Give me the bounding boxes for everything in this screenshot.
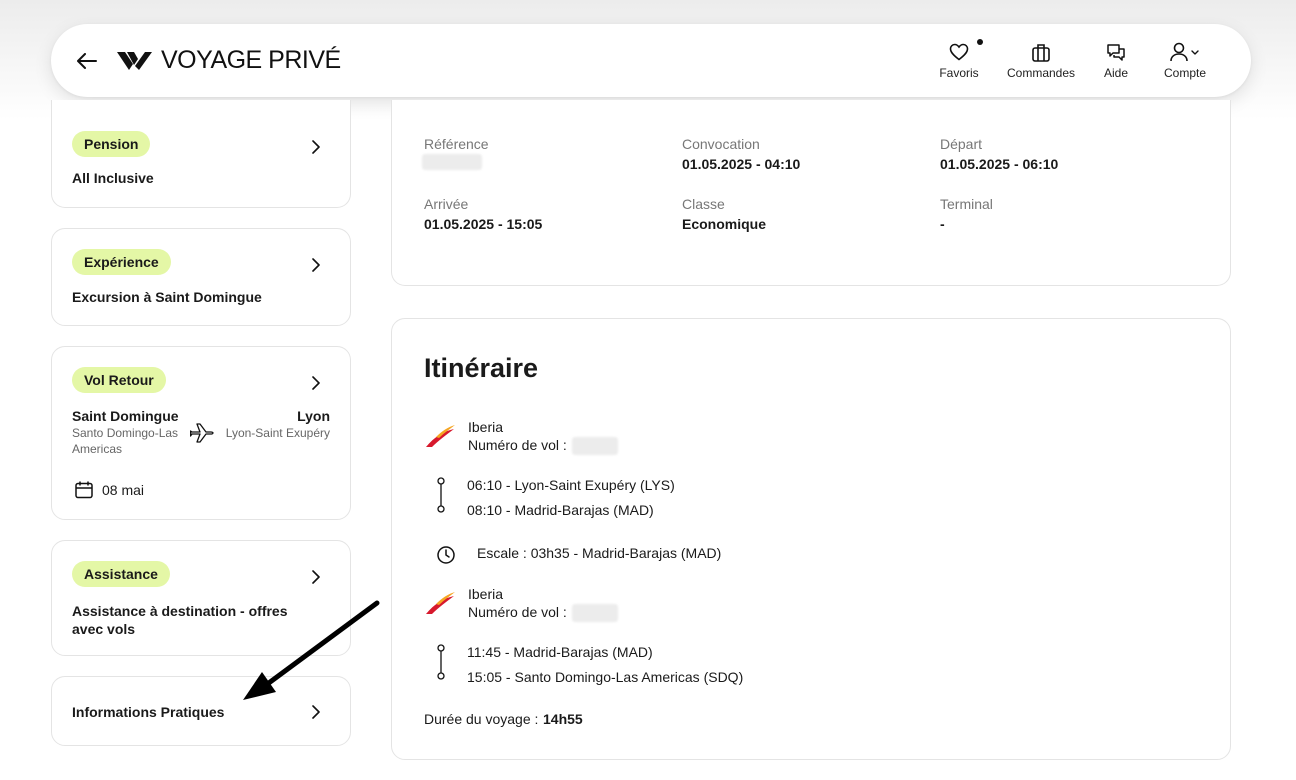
- nav-label: Compte: [1163, 66, 1207, 80]
- chevron-right-icon: [312, 705, 320, 719]
- segment2-arrival: 15:05 - Santo Domingo-Las Americas (SDQ): [467, 669, 744, 685]
- user-icon: [1169, 41, 1201, 63]
- header-bar: VOYAGE PRIVÉ Favoris Commandes Aide Comp…: [51, 24, 1251, 97]
- notification-dot: [977, 39, 983, 45]
- segment2-departure: 11:45 - Madrid-Barajas (MAD): [467, 644, 653, 660]
- duration-label: Durée du voyage :: [424, 711, 539, 727]
- chevron-down-icon: [1191, 50, 1199, 55]
- sidebar-card-pension[interactable]: Pension All Inclusive: [51, 100, 351, 208]
- route-to-city: Lyon: [297, 408, 330, 424]
- reference-value-redacted: [422, 154, 482, 170]
- convocation-value: 01.05.2025 - 04:10: [682, 156, 801, 172]
- itinerary-title: Itinéraire: [424, 353, 539, 383]
- assistance-value: Assistance à destination - offres avec v…: [72, 603, 288, 637]
- back-button[interactable]: [75, 49, 99, 73]
- classe-value: Economique: [682, 216, 767, 232]
- chat-icon: [1106, 41, 1126, 63]
- pension-badge: Pension: [72, 131, 151, 157]
- segment1-flight-number-redacted: [572, 437, 618, 455]
- assistance-badge: Assistance: [72, 561, 170, 587]
- nav-favoris[interactable]: Favoris: [929, 39, 989, 80]
- iberia-logo-icon: [426, 592, 455, 614]
- pension-value: All Inclusive: [72, 170, 154, 186]
- iberia-logo-icon: [426, 425, 455, 447]
- experience-value: Excursion à Saint Domingue: [72, 289, 262, 305]
- experience-badge: Expérience: [72, 249, 171, 275]
- segment1-arrival: 08:10 - Madrid-Barajas (MAD): [467, 502, 654, 518]
- nav-label: Favoris: [939, 66, 979, 80]
- clock-icon: [437, 546, 455, 564]
- reference-label: Référence: [424, 136, 489, 152]
- plane-icon: [190, 423, 214, 443]
- route-from-city: Saint Domingue: [72, 408, 179, 424]
- sidebar-card-vol-retour[interactable]: Vol Retour Saint Domingue Santo Domingo-…: [51, 346, 351, 520]
- suitcase-icon: [1031, 41, 1051, 63]
- segment1-airline: Iberia: [468, 419, 504, 435]
- segment1-flight-label: Numéro de vol :: [468, 437, 567, 453]
- depart-value: 01.05.2025 - 06:10: [940, 156, 1059, 172]
- route-from-airport: Santo Domingo-Las Americas: [72, 426, 179, 456]
- timeline-icon: [437, 644, 445, 680]
- chevron-right-icon: [312, 140, 320, 154]
- timeline-icon: [437, 477, 445, 513]
- duration-value: 14h55: [543, 711, 583, 727]
- segment2-flight-label: Numéro de vol :: [468, 604, 567, 620]
- nav-aide[interactable]: Aide: [1091, 41, 1141, 80]
- sidebar-card-experience[interactable]: Expérience Excursion à Saint Domingue: [51, 228, 351, 326]
- nav-compte[interactable]: Compte: [1157, 41, 1213, 80]
- brand-logo[interactable]: VOYAGE PRIVÉ: [117, 46, 341, 75]
- sidebar-card-informations[interactable]: Informations Pratiques: [51, 676, 351, 746]
- nav-label: Aide: [1103, 66, 1129, 80]
- arrivee-value: 01.05.2025 - 15:05: [424, 216, 543, 232]
- chevron-right-icon: [312, 376, 320, 390]
- return-date: 08 mai: [102, 482, 145, 498]
- segment2-flight-number-redacted: [572, 604, 618, 622]
- heart-icon: [949, 41, 969, 63]
- convocation-label: Convocation: [682, 136, 760, 152]
- chevron-right-icon: [312, 258, 320, 272]
- calendar-icon: [75, 481, 93, 499]
- segment1-departure: 06:10 - Lyon-Saint Exupéry (LYS): [467, 477, 675, 493]
- logo-mark-icon: [117, 51, 152, 70]
- arrivee-label: Arrivée: [424, 196, 469, 212]
- chevron-right-icon: [312, 570, 320, 584]
- header-nav: Favoris Commandes Aide Compte: [929, 39, 1227, 80]
- itinerary-card: Itinéraire Iberia Numéro de vol : 06:10 …: [391, 318, 1231, 760]
- terminal-value: -: [940, 216, 945, 232]
- nav-label: Commandes: [1006, 66, 1076, 80]
- flight-details-card: Référence Convocation 01.05.2025 - 04:10…: [391, 100, 1231, 286]
- arrow-left-icon: [77, 52, 97, 69]
- nav-commandes[interactable]: Commandes: [1001, 41, 1081, 80]
- terminal-label: Terminal: [940, 196, 993, 212]
- stopover-text: Escale : 03h35 - Madrid-Barajas (MAD): [477, 545, 722, 561]
- vol-retour-badge: Vol Retour: [72, 367, 166, 393]
- segment2-airline: Iberia: [468, 586, 504, 602]
- depart-label: Départ: [940, 136, 983, 152]
- route-to-airport: Lyon-Saint Exupéry: [225, 426, 330, 440]
- classe-label: Classe: [682, 196, 725, 212]
- brand-name: VOYAGE PRIVÉ: [161, 46, 341, 74]
- informations-label: Informations Pratiques: [72, 704, 225, 720]
- sidebar-card-assistance[interactable]: Assistance Assistance à destination - of…: [51, 540, 351, 656]
